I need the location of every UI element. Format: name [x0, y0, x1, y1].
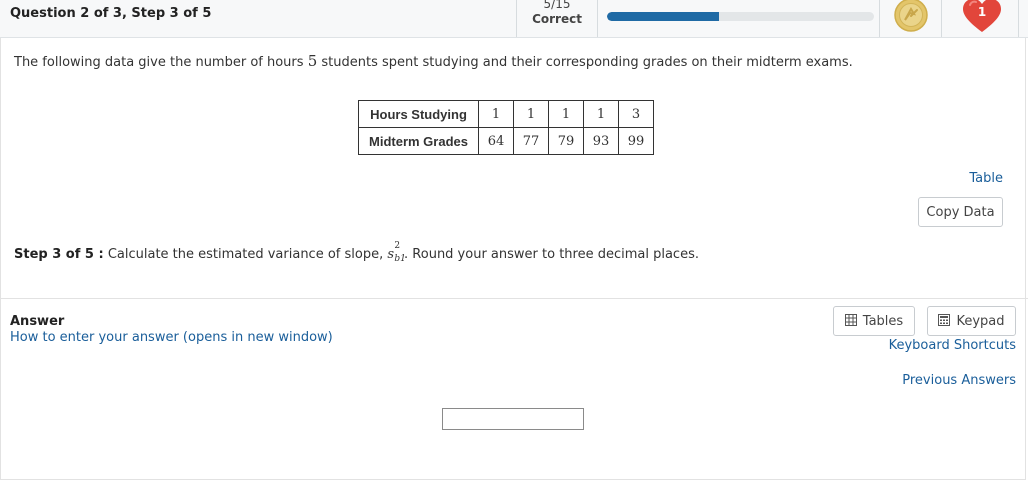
- data-table: Hours Studying 1 1 1 1 3 Midterm Grades …: [358, 100, 654, 155]
- table-grid-icon: [844, 313, 857, 329]
- table-cell: 64: [478, 127, 514, 155]
- keypad-button[interactable]: Keypad: [927, 306, 1016, 336]
- tables-button[interactable]: Tables: [833, 306, 915, 336]
- previous-answers-link[interactable]: Previous Answers: [902, 373, 1016, 388]
- symbol-base: s: [387, 247, 395, 262]
- prompt-text-start: The following data give the number of ho…: [14, 55, 304, 70]
- variance-symbol: s 2 b1: [387, 241, 406, 264]
- score-box: 5/15 Correct: [516, 0, 598, 37]
- header-divider: [941, 0, 942, 37]
- table-link[interactable]: Table: [969, 171, 1003, 186]
- question-prompt: The following data give the number of ho…: [14, 52, 853, 70]
- table-row: Midterm Grades 64 77 79 93 99: [358, 127, 654, 155]
- table-cell: 79: [548, 127, 584, 155]
- table-cell: 99: [618, 127, 654, 155]
- step-instruction: Step 3 of 5 : Calculate the estimated va…: [14, 241, 699, 264]
- table-row: Hours Studying 1 1 1 1 3: [358, 100, 654, 128]
- table-cell: 1: [583, 100, 619, 128]
- row-label: Midterm Grades: [358, 127, 479, 155]
- copy-data-button[interactable]: Copy Data: [918, 197, 1003, 227]
- answer-input[interactable]: [442, 408, 584, 430]
- table-cell: 77: [513, 127, 549, 155]
- progress-fill: [607, 12, 720, 21]
- table-cell: 1: [548, 100, 584, 128]
- progress-bar: [607, 12, 874, 21]
- keyboard-shortcuts-link[interactable]: Keyboard Shortcuts: [889, 338, 1016, 353]
- symbol-subscript: b1: [394, 254, 406, 264]
- prompt-text-end: students spent studying and their corres…: [321, 55, 853, 70]
- table-cell: 1: [513, 100, 549, 128]
- header-divider: [879, 0, 880, 37]
- row-label: Hours Studying: [358, 100, 479, 128]
- keypad-button-label: Keypad: [956, 313, 1005, 329]
- tables-button-label: Tables: [862, 313, 904, 329]
- header-divider: [1018, 0, 1019, 37]
- medal-icon: [894, 0, 928, 32]
- score-label: Correct: [532, 12, 582, 26]
- table-cell: 1: [478, 100, 514, 128]
- header-bar: Question 2 of 3, Step 3 of 5 5/15 Correc…: [0, 0, 1028, 38]
- score-fraction: 5/15: [543, 0, 571, 11]
- symbol-superscript: 2: [394, 241, 401, 251]
- prompt-number: 5: [307, 52, 318, 70]
- answer-label: Answer: [10, 314, 65, 329]
- step-text-end: . Round your answer to three decimal pla…: [404, 247, 699, 262]
- section-divider: [0, 298, 1028, 299]
- step-label: Step 3 of 5 :: [14, 247, 104, 262]
- question-title: Question 2 of 3, Step 3 of 5: [10, 6, 212, 21]
- table-cell: 93: [583, 127, 619, 155]
- step-text-start: Calculate the estimated variance of slop…: [107, 247, 384, 262]
- how-to-enter-link[interactable]: How to enter your answer (opens in new w…: [10, 330, 333, 345]
- table-cell: 3: [618, 100, 654, 128]
- lives-count: 1: [977, 5, 987, 19]
- keypad-icon: [938, 313, 951, 329]
